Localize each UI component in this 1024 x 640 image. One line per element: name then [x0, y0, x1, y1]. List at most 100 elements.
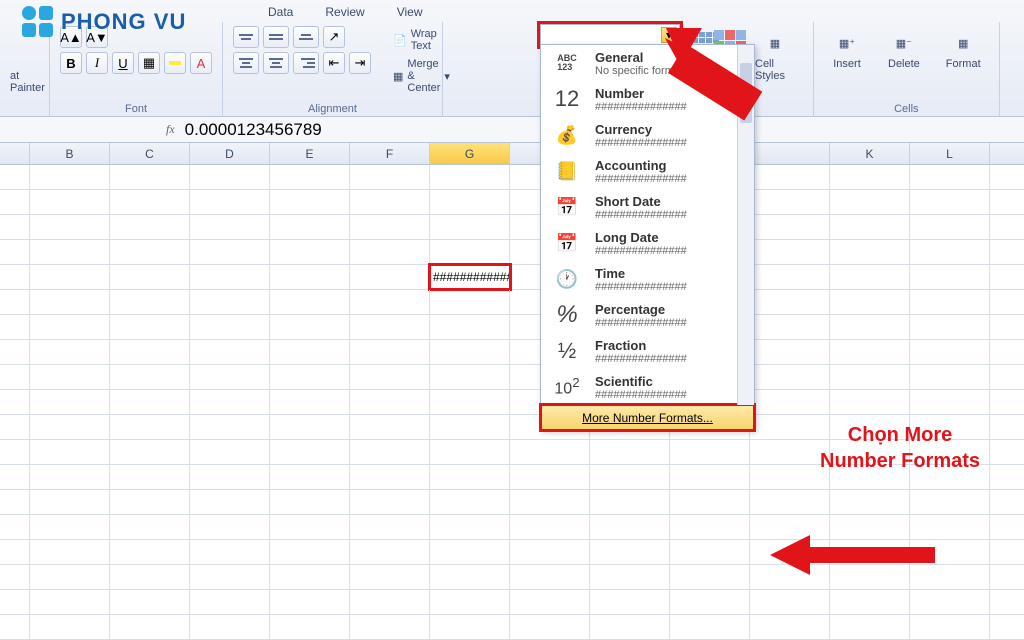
- align-left-button[interactable]: [233, 52, 259, 74]
- cell[interactable]: [190, 165, 270, 189]
- number-format-item-fraction[interactable]: ½ Fraction###############: [541, 333, 754, 369]
- cell[interactable]: [990, 540, 1024, 564]
- number-format-item-percentage[interactable]: % Percentage###############: [541, 297, 754, 333]
- cell[interactable]: [750, 365, 830, 389]
- cell[interactable]: [670, 515, 750, 539]
- cell[interactable]: [590, 565, 670, 589]
- cell[interactable]: [750, 215, 830, 239]
- cell[interactable]: [350, 190, 430, 214]
- cell[interactable]: [430, 215, 510, 239]
- cell[interactable]: [30, 290, 110, 314]
- cell[interactable]: [910, 390, 990, 414]
- cell[interactable]: [30, 615, 110, 639]
- cell[interactable]: [30, 540, 110, 564]
- column-header-F[interactable]: F: [350, 143, 430, 164]
- cell[interactable]: [750, 340, 830, 364]
- cell[interactable]: [430, 340, 510, 364]
- cell[interactable]: [830, 265, 910, 289]
- cell[interactable]: [990, 515, 1024, 539]
- cell[interactable]: [110, 215, 190, 239]
- column-header-E[interactable]: E: [270, 143, 350, 164]
- cell[interactable]: [110, 340, 190, 364]
- cell[interactable]: [110, 315, 190, 339]
- cell[interactable]: [830, 590, 910, 614]
- cell[interactable]: [190, 190, 270, 214]
- cell[interactable]: [910, 315, 990, 339]
- align-middle-button[interactable]: [263, 26, 289, 48]
- cell[interactable]: [350, 390, 430, 414]
- cell[interactable]: [750, 190, 830, 214]
- cell[interactable]: [510, 465, 590, 489]
- cell[interactable]: [270, 465, 350, 489]
- cell[interactable]: [270, 165, 350, 189]
- cell[interactable]: [190, 590, 270, 614]
- cell[interactable]: [910, 190, 990, 214]
- cell[interactable]: [750, 315, 830, 339]
- cell[interactable]: [990, 290, 1024, 314]
- cell[interactable]: [350, 265, 430, 289]
- cell[interactable]: [590, 465, 670, 489]
- cell[interactable]: [270, 490, 350, 514]
- cell[interactable]: [30, 465, 110, 489]
- more-number-formats-item[interactable]: More Number Formats...: [541, 405, 754, 430]
- cell[interactable]: [430, 415, 510, 439]
- cell[interactable]: [990, 190, 1024, 214]
- cell[interactable]: [750, 415, 830, 439]
- cell[interactable]: [430, 565, 510, 589]
- cell[interactable]: [270, 265, 350, 289]
- cell[interactable]: [430, 490, 510, 514]
- cell[interactable]: [270, 215, 350, 239]
- cell[interactable]: [30, 415, 110, 439]
- cell[interactable]: [990, 390, 1024, 414]
- cell[interactable]: [510, 540, 590, 564]
- cell[interactable]: [30, 390, 110, 414]
- cell[interactable]: [430, 290, 510, 314]
- cell[interactable]: [190, 240, 270, 264]
- cell[interactable]: [350, 340, 430, 364]
- align-right-button[interactable]: [293, 52, 319, 74]
- cell[interactable]: [110, 390, 190, 414]
- cell[interactable]: [990, 440, 1024, 464]
- cell[interactable]: [830, 365, 910, 389]
- cell[interactable]: [30, 215, 110, 239]
- format-painter[interactable]: at Painter: [10, 70, 39, 94]
- cell[interactable]: [110, 615, 190, 639]
- cell[interactable]: [590, 440, 670, 464]
- cell[interactable]: [190, 390, 270, 414]
- cell[interactable]: [830, 340, 910, 364]
- cell[interactable]: [270, 290, 350, 314]
- column-header-G[interactable]: G: [430, 143, 510, 164]
- cell[interactable]: [350, 490, 430, 514]
- number-format-item-short-date[interactable]: 📅 Short Date###############: [541, 189, 754, 225]
- cell[interactable]: [110, 190, 190, 214]
- cell[interactable]: [350, 565, 430, 589]
- cell[interactable]: [270, 615, 350, 639]
- cell[interactable]: [990, 490, 1024, 514]
- cell[interactable]: [830, 490, 910, 514]
- cell[interactable]: [190, 565, 270, 589]
- bold-button[interactable]: B: [60, 52, 82, 74]
- cell[interactable]: [510, 565, 590, 589]
- cell[interactable]: [30, 265, 110, 289]
- cell[interactable]: [990, 615, 1024, 639]
- cell[interactable]: [670, 590, 750, 614]
- cell[interactable]: [590, 515, 670, 539]
- cell[interactable]: [350, 215, 430, 239]
- cell[interactable]: [430, 315, 510, 339]
- cell[interactable]: [910, 490, 990, 514]
- cell[interactable]: [430, 540, 510, 564]
- cell[interactable]: [990, 240, 1024, 264]
- cell[interactable]: [590, 590, 670, 614]
- italic-button[interactable]: I: [86, 52, 108, 74]
- cell[interactable]: [910, 165, 990, 189]
- cell[interactable]: [990, 265, 1024, 289]
- cell[interactable]: [670, 540, 750, 564]
- cell[interactable]: [990, 165, 1024, 189]
- selected-cell[interactable]: ###############: [430, 265, 510, 289]
- cell[interactable]: [910, 290, 990, 314]
- cell[interactable]: [750, 390, 830, 414]
- tab-data[interactable]: Data: [264, 3, 297, 21]
- cell[interactable]: [110, 365, 190, 389]
- fill-color-button[interactable]: [164, 52, 186, 74]
- cell[interactable]: [430, 615, 510, 639]
